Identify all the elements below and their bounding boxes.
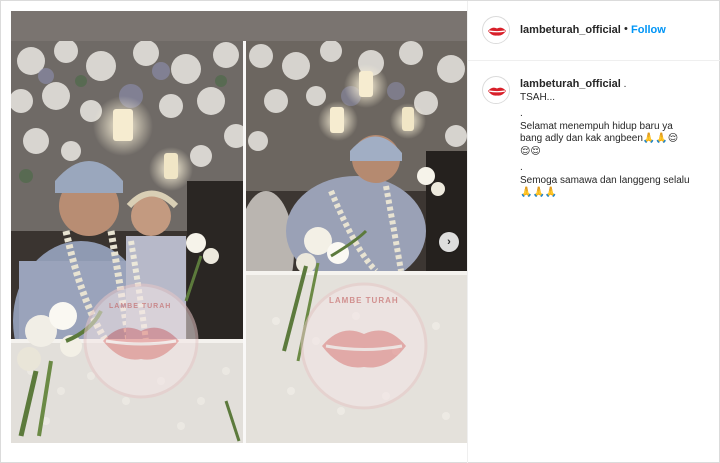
caption-line: . [520,108,523,119]
caption-line: . [520,162,523,173]
photo-left: LAMBE TURAH [11,41,243,443]
wedding-photo-right [246,41,467,443]
caption-line: TSAH... [520,91,556,103]
media-top-band [11,11,467,41]
caption-username-suffix: . [623,79,627,90]
account-username[interactable]: lambeturah_official [520,24,621,36]
post-caption: lambeturah_official . TSAH... . Selamat … [520,78,716,200]
header-separator: • [624,23,628,35]
lips-logo-icon [484,18,509,43]
lips-logo-icon [484,78,509,103]
photo-right: LAMBE TURAH [246,41,467,443]
chevron-right-icon: › [447,236,451,248]
post-media[interactable]: LAMBE TURAH LAMBE TURAH › [11,11,467,443]
caption-line: 🙏🙏🙏 [520,187,558,198]
post-header: lambeturah_official • Follow [468,1,720,61]
caption-avatar[interactable] [482,76,510,104]
next-photo-button[interactable]: › [439,232,459,252]
post-side-panel: lambeturah_official • Follow lambeturah_… [467,1,720,463]
wedding-photo-left [11,41,243,443]
follow-button[interactable]: Follow [631,24,666,36]
caption-line: Semoga samawa dan langgeng selalu [520,174,690,186]
caption-username[interactable]: lambeturah_official [520,78,621,90]
account-avatar[interactable] [482,16,510,44]
caption-line: bang adly dan kak angbeen🙏🙏😌 [520,133,679,144]
caption-line: 😌😌 [520,145,541,157]
instagram-post-frame: LAMBE TURAH LAMBE TURAH › lambeturah_off… [0,0,720,463]
watermark-text-right: LAMBE TURAH [329,296,399,305]
caption-line: Selamat menempuh hidup baru ya [520,120,673,132]
watermark-text-left: LAMBE TURAH [109,303,172,310]
